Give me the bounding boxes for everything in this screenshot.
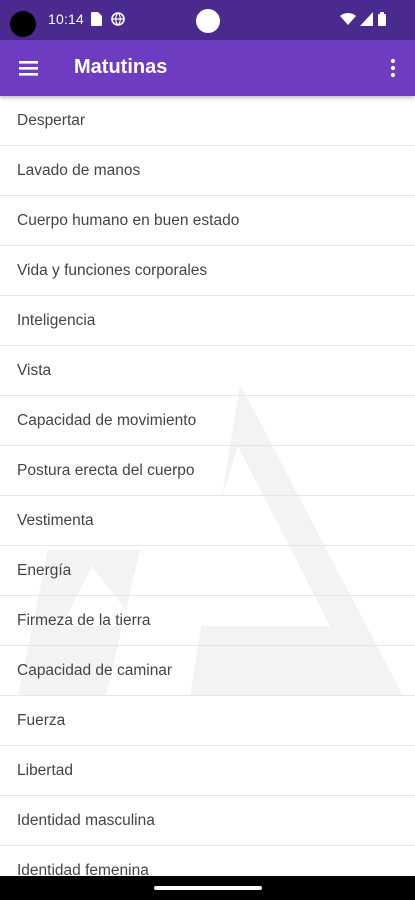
cell-signal-icon (360, 12, 373, 31)
app-bar: Matutinas (0, 40, 415, 96)
home-gesture-handle[interactable] (154, 886, 262, 890)
status-time: 10:14 (48, 11, 85, 27)
list-item[interactable]: Firmeza de la tierra (0, 596, 415, 646)
page-title: Matutinas (74, 56, 168, 78)
list-item[interactable]: Libertad (0, 746, 415, 796)
wifi-icon (340, 12, 356, 31)
list-item-label: Vida y funciones corporales (17, 261, 208, 279)
list-item-label: Despertar (17, 111, 86, 129)
list-item-label: Fuerza (17, 711, 66, 729)
list-item-label: Libertad (17, 761, 74, 779)
list-item-label: Capacidad de caminar (17, 661, 173, 679)
list-item[interactable]: Vista (0, 346, 415, 396)
list-item-label: Inteligencia (17, 311, 96, 329)
vpn-globe-icon (111, 12, 125, 31)
list-item-label: Energía (17, 561, 72, 579)
list-item-label: Firmeza de la tierra (17, 611, 151, 629)
list-item-label: Capacidad de movimiento (17, 411, 197, 429)
list-item[interactable]: Cuerpo humano en buen estado (0, 196, 415, 246)
list-item-label: Identidad masculina (17, 811, 155, 829)
status-bar: 10:14 (0, 0, 415, 40)
list-item[interactable]: Fuerza (0, 696, 415, 746)
list-item[interactable]: Despertar (0, 96, 415, 146)
list-item-label: Vestimenta (17, 511, 94, 529)
camera-cutout (10, 11, 36, 37)
system-navigation-bar (0, 876, 415, 900)
more-vert-icon[interactable] (385, 52, 401, 84)
list-item[interactable]: Identidad femenina (0, 846, 415, 877)
list-item[interactable]: Energía (0, 546, 415, 596)
list-item[interactable]: Capacidad de movimiento (0, 396, 415, 446)
front-sensor (196, 9, 220, 33)
list-item[interactable]: Capacidad de caminar (0, 646, 415, 696)
list-item-label: Lavado de manos (17, 161, 141, 179)
list-item-label: Identidad femenina (17, 861, 149, 877)
hamburger-menu-icon[interactable] (12, 52, 46, 84)
sim-card-icon (90, 12, 102, 31)
list-item[interactable]: Postura erecta del cuerpo (0, 446, 415, 496)
list-item[interactable]: Lavado de manos (0, 146, 415, 196)
item-list: Despertar Lavado de manos Cuerpo humano … (0, 96, 415, 876)
list-item[interactable]: Inteligencia (0, 296, 415, 346)
list-item[interactable]: Vestimenta (0, 496, 415, 546)
list-item[interactable]: Vida y funciones corporales (0, 246, 415, 296)
list-item-label: Vista (17, 361, 52, 379)
battery-icon (378, 12, 386, 31)
list-item-label: Cuerpo humano en buen estado (17, 211, 240, 229)
list-item-label: Postura erecta del cuerpo (17, 461, 195, 479)
list-item[interactable]: Identidad masculina (0, 796, 415, 846)
